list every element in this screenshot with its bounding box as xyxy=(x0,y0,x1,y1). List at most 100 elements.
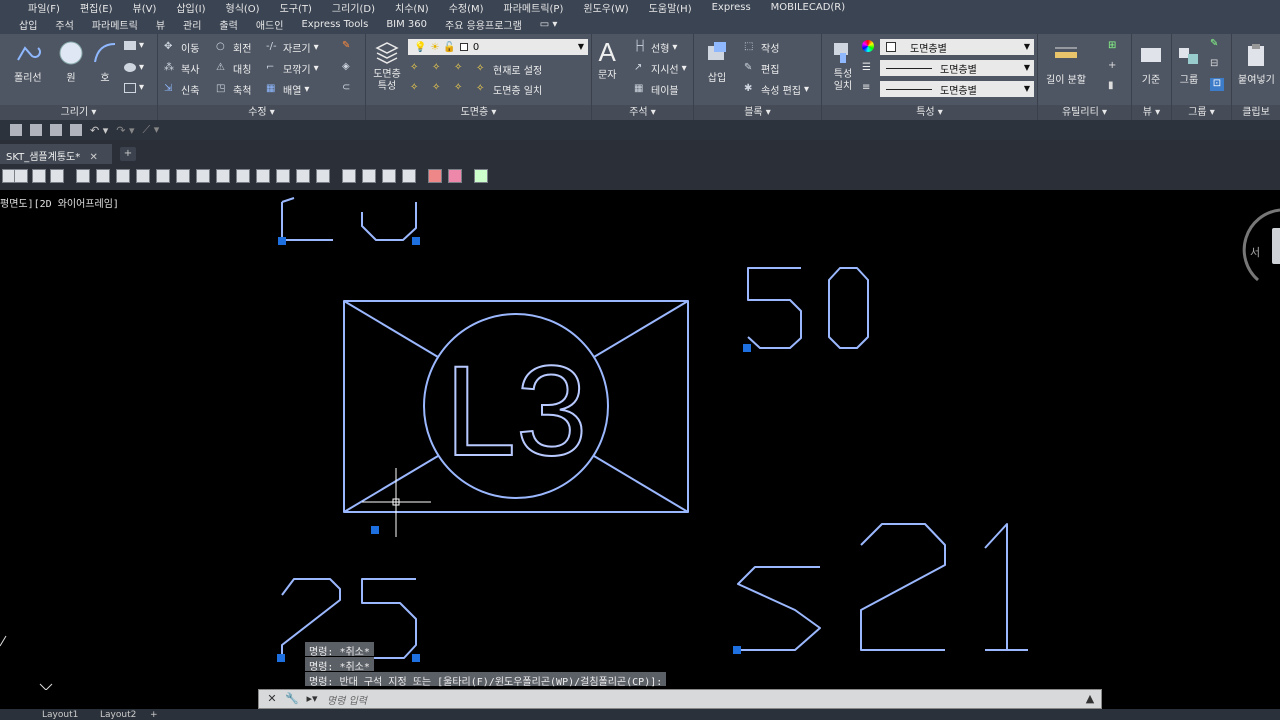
polyline-button[interactable]: 폴리선 xyxy=(14,40,42,84)
tab-layout1[interactable]: Layout1 xyxy=(42,710,78,720)
modify-group-title[interactable]: 수정 ▾ xyxy=(158,105,365,120)
scale-button[interactable]: ◳ 축척 xyxy=(216,82,251,97)
erase-button[interactable]: ✎ xyxy=(342,40,356,53)
linear-dim-button[interactable]: ├┤ 선형 ▾ xyxy=(634,40,677,55)
explode-button[interactable]: ◈ xyxy=(342,61,356,74)
menu-insert[interactable]: 삽입(I) xyxy=(166,0,215,15)
layer-tool-1[interactable]: ✧ xyxy=(410,62,424,75)
tab-insert[interactable]: 삽입 xyxy=(10,17,46,32)
tab-express-tools[interactable]: Express Tools xyxy=(292,19,377,30)
toolbar-icon-3[interactable] xyxy=(32,169,46,183)
undo-icon[interactable]: ↶ ▾ xyxy=(90,124,108,137)
toolbar-icon-8[interactable] xyxy=(136,169,150,183)
menu-view[interactable]: 뷰(V) xyxy=(123,0,167,15)
view-cube-icon[interactable]: 서 xyxy=(1242,208,1280,282)
offset-button[interactable]: ⊂ xyxy=(342,82,356,95)
annotation-group-title[interactable]: 주석 ▾ xyxy=(592,105,693,120)
fillet-button[interactable]: ⌐ 모깎기 ▾ xyxy=(266,61,319,76)
color-dropdown[interactable]: 도면층별 ▼ xyxy=(880,39,1034,55)
make-current-button[interactable]: ✧ 현재로 설정 xyxy=(476,62,542,77)
tab-annotate[interactable]: 주석 xyxy=(46,17,82,32)
menu-modify[interactable]: 수정(M) xyxy=(439,0,494,15)
layer-group-title[interactable]: 도면층 ▾ xyxy=(366,105,591,120)
circle-button[interactable]: 원 xyxy=(58,40,84,84)
toolbar-icon-4[interactable] xyxy=(50,169,64,183)
menu-edit[interactable]: 편집(E) xyxy=(70,0,123,15)
copy-button[interactable]: ⁂ 복사 xyxy=(164,61,199,76)
draw-group-title[interactable]: 그리기 ▾ xyxy=(0,105,157,120)
toolbar-icon-20[interactable] xyxy=(382,169,396,183)
array-button[interactable]: ▦ 배열 ▾ xyxy=(266,82,309,97)
layer-tool-4[interactable]: ✧ xyxy=(410,82,424,95)
save-as-icon[interactable] xyxy=(50,124,62,136)
point-button[interactable]: + xyxy=(1108,60,1122,73)
workspace-icon[interactable]: ⟋ ▾ xyxy=(143,123,160,137)
label-bottom-right-s21[interactable] xyxy=(737,523,1028,651)
tab-addins[interactable]: 애드인 xyxy=(247,17,293,32)
toolbar-icon-14[interactable] xyxy=(256,169,270,183)
toolbar-icon-18[interactable] xyxy=(342,169,356,183)
redo-icon[interactable]: ↷ ▾ xyxy=(116,124,134,137)
stretch-button[interactable]: ⇲ 신축 xyxy=(164,82,199,97)
text-button[interactable]: A 문자 xyxy=(598,38,616,81)
layer-dropdown[interactable]: 💡 ☀ 🔓 0 ▼ xyxy=(408,39,588,55)
linetype-dropdown[interactable]: 도면층별 ▼ xyxy=(880,60,1034,76)
plot-icon[interactable] xyxy=(70,124,82,136)
toolbar-icon-12[interactable] xyxy=(216,169,230,183)
tab-manage[interactable]: 관리 xyxy=(174,17,210,32)
edit-attributes-button[interactable]: ✱ 속성 편집 ▾ xyxy=(744,82,809,97)
tab-featured-apps[interactable]: 주요 응용프로그램 xyxy=(436,17,531,32)
id-point-button[interactable]: ⊞ xyxy=(1108,40,1122,53)
block-group-title[interactable]: 블록 ▾ xyxy=(694,105,821,120)
menu-window[interactable]: 윈도우(W) xyxy=(573,0,638,15)
add-layout-button[interactable]: + xyxy=(150,710,158,720)
layer-properties-button[interactable]: 도면층 특성 xyxy=(370,40,404,93)
toolbar-icon-13[interactable] xyxy=(236,169,250,183)
arc-button[interactable]: 호 xyxy=(92,40,118,84)
toolbar-icon-6[interactable] xyxy=(96,169,110,183)
label-top-25[interactable] xyxy=(281,197,417,241)
command-prompt-icon[interactable]: ▸▾ xyxy=(305,692,319,706)
menu-express[interactable]: Express xyxy=(702,2,761,13)
toolbar-icon-15[interactable] xyxy=(276,169,290,183)
table-button[interactable]: ▦ 테이블 xyxy=(634,82,679,97)
leader-button[interactable]: ↗ 지시선 ▾ xyxy=(634,61,687,76)
edit-block-button[interactable]: ✎ 편집 xyxy=(744,61,779,76)
mirror-button[interactable]: ⚠ 대칭 xyxy=(216,61,251,76)
menu-parametric[interactable]: 파라메트릭(P) xyxy=(494,0,574,15)
wrench-icon[interactable]: 🔧 xyxy=(285,692,299,706)
groups-group-title[interactable]: 그룹 ▾ xyxy=(1172,105,1231,120)
menu-draw[interactable]: 그리기(D) xyxy=(322,0,385,15)
menu-tools[interactable]: 도구(T) xyxy=(270,0,322,15)
toolbar-icon-10[interactable] xyxy=(176,169,190,183)
menu-mobilecad[interactable]: MOBILECAD(R) xyxy=(761,2,855,13)
tab-bim360[interactable]: BIM 360 xyxy=(377,19,436,30)
toolbar-icon-11[interactable] xyxy=(196,169,210,183)
measure-button[interactable]: 길이 분할 xyxy=(1046,42,1086,86)
ribbon-toggle-icon[interactable]: ▭ ▾ xyxy=(531,19,567,30)
toolbar-icon-5[interactable] xyxy=(76,169,90,183)
view-group-title[interactable]: 뷰 ▾ xyxy=(1132,105,1171,120)
paste-button[interactable]: 붙여넣기 xyxy=(1238,42,1275,86)
group-button[interactable]: 그룹 xyxy=(1176,42,1202,86)
close-icon[interactable]: ✕ xyxy=(89,152,97,163)
layer-tool-2[interactable]: ✧ xyxy=(432,62,446,75)
box-label-l3[interactable]: L3 xyxy=(444,339,588,484)
menu-help[interactable]: 도움말(H) xyxy=(639,0,702,15)
lineweight-dropdown[interactable]: 도면층별 ▼ xyxy=(880,81,1034,97)
toolbar-icon-21[interactable] xyxy=(402,169,416,183)
menu-file[interactable]: 파일(F) xyxy=(18,0,70,15)
open-icon[interactable] xyxy=(10,124,22,136)
toolbar-icon-23[interactable] xyxy=(448,169,462,183)
rectangle-button[interactable]: ▾ xyxy=(124,40,144,51)
menu-dimension[interactable]: 치수(N) xyxy=(385,0,439,15)
calculator-button[interactable]: ▮ xyxy=(1108,80,1122,93)
layer-tool-3[interactable]: ✧ xyxy=(454,62,468,75)
match-properties-button[interactable]: 특성 일치 xyxy=(826,40,860,93)
label-right-50[interactable] xyxy=(747,267,869,349)
trim-button[interactable]: -/- 자르기 ▾ xyxy=(266,40,319,55)
toolbar-icon-17[interactable] xyxy=(316,169,330,183)
toolbar-icon-7[interactable] xyxy=(116,169,130,183)
boundary-button[interactable]: ▾ xyxy=(124,82,144,93)
toolbar-icon-22[interactable] xyxy=(428,169,442,183)
